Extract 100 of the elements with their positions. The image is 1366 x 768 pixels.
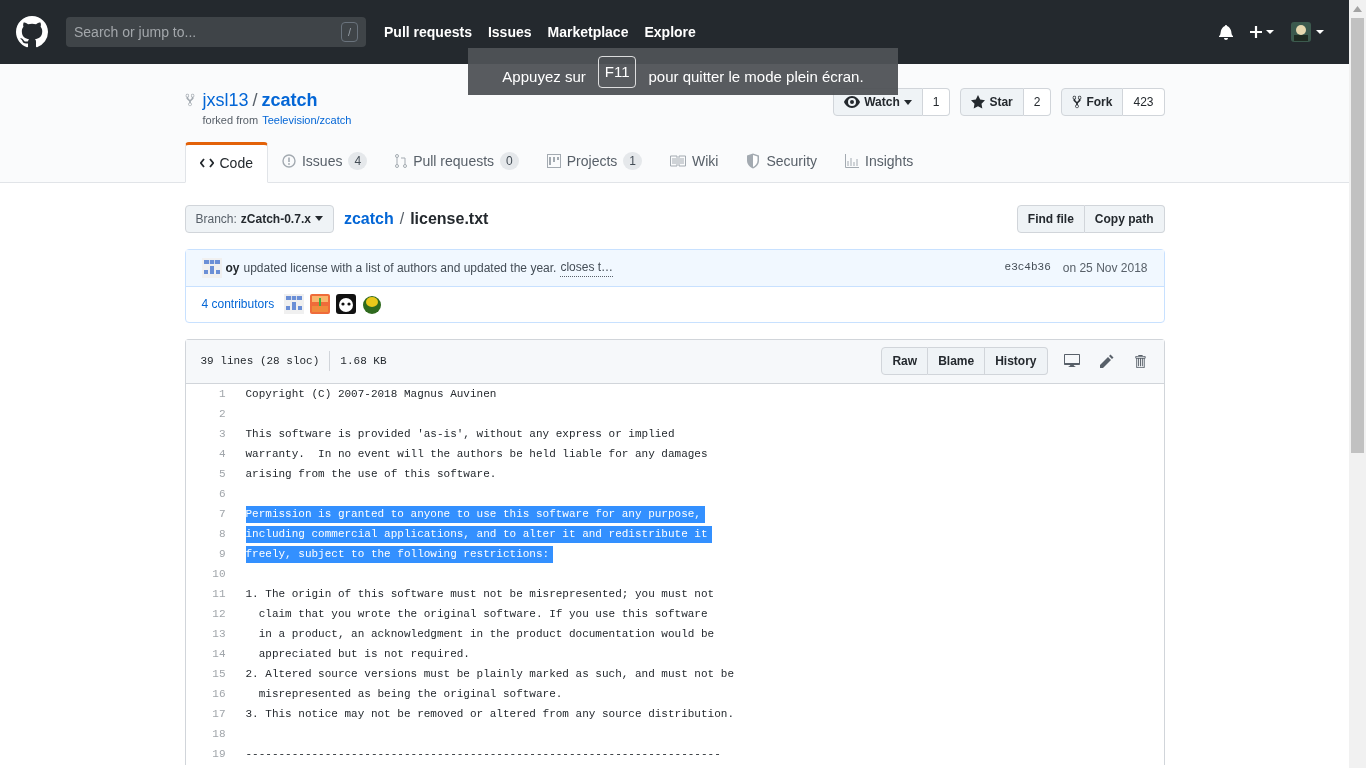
commit-message[interactable]: updated license with a list of authors and updated the year.: [243, 258, 557, 277]
tab-counter: 0: [500, 152, 519, 170]
path-separator: /: [252, 89, 258, 112]
line-number: 12: [211, 607, 227, 623]
code-line: 3. This notice may not be removed or altered from any source distribution.: [245, 707, 734, 722]
nav-link[interactable]: Issues: [487, 21, 532, 43]
path-separator: /: [399, 208, 405, 229]
code-line: in a product, an acknowledgment in the product documentation would be: [257, 627, 715, 642]
line-number: 14: [211, 647, 227, 663]
file-action-button[interactable]: Copy path: [1084, 204, 1165, 233]
code-line: This software is provided 'as-is', without any express or implied: [245, 427, 675, 442]
code-line: ------------------------------------------------------------------------: [245, 747, 721, 762]
shortcut-key: /: [340, 22, 358, 42]
line-number: 11: [211, 587, 227, 603]
line-number: 3: [217, 427, 227, 443]
line-number: 8: [217, 527, 227, 543]
line-number: 7: [217, 507, 227, 523]
forked-from-link[interactable]: Teelevision/zcatch: [262, 112, 352, 129]
line-number: 19: [211, 747, 227, 763]
pixel-avatar[interactable]: [310, 294, 331, 314]
line-number: 10: [211, 567, 227, 583]
identicon-avatar[interactable]: [284, 294, 305, 314]
line-count: 39 lines (28 sloc): [200, 351, 331, 371]
watch-count[interactable]: 1: [922, 88, 951, 116]
caret-icon: [903, 99, 912, 105]
caret-icon: [314, 216, 323, 221]
fork-button[interactable]: Fork: [1061, 88, 1124, 116]
file-size: 1.68 KB: [339, 353, 387, 369]
star-button[interactable]: Star: [960, 88, 1024, 116]
project-board-icon: [546, 154, 561, 168]
file-view-button[interactable]: History: [985, 347, 1048, 375]
code-icon: [199, 158, 214, 168]
code-line: claim that you wrote the original software. If you use this software: [257, 607, 708, 622]
bar-chart-icon: [845, 154, 860, 168]
helmet-avatar[interactable]: [362, 294, 383, 314]
fork-icon: [1072, 95, 1083, 109]
repo-tab[interactable]: Projects 1: [532, 140, 656, 182]
bell-icon[interactable]: [1219, 24, 1233, 40]
issue-icon: [281, 154, 296, 168]
code-line: appreciated but is not required.: [257, 647, 470, 662]
fork-icon: [184, 93, 195, 107]
file-name: license.txt: [410, 208, 489, 229]
forked-from-label: forked from: [202, 113, 259, 128]
file-view-button[interactable]: Blame: [928, 347, 986, 375]
line-number: 1: [217, 387, 227, 403]
code-line: misrepresented as being the original software.: [257, 687, 563, 702]
repo-tab[interactable]: Code: [184, 141, 268, 183]
line-number: 16: [211, 687, 227, 703]
repo-tab[interactable]: Security: [732, 140, 832, 182]
fork-count[interactable]: 423: [1123, 88, 1165, 116]
line-number: 13: [211, 627, 227, 643]
line-number: 6: [217, 487, 227, 503]
repo-tab[interactable]: Pull requests 0: [381, 140, 533, 182]
key-label: F11: [597, 56, 637, 88]
eye-icon: [844, 96, 861, 108]
file-action-button[interactable]: Find file: [1016, 204, 1085, 233]
code-line: 2. Altered source versions must be plainly marked as such, and must not be: [245, 667, 734, 682]
pencil-icon[interactable]: [1099, 354, 1114, 368]
line-number: 5: [217, 467, 227, 483]
commit-date: on 25 Nov 2018: [1062, 259, 1148, 277]
desktop-icon[interactable]: [1063, 354, 1080, 368]
repo-root-link[interactable]: zcatch: [343, 206, 394, 231]
identicon-avatar: [201, 257, 222, 278]
user-avatar-dropdown[interactable]: [1291, 21, 1325, 43]
branch-dropdown[interactable]: Branch: zCatch-0.7.x: [184, 204, 334, 233]
repo-tab[interactable]: Insights: [831, 140, 928, 182]
scrollbar-thumb[interactable]: [1351, 18, 1364, 453]
star-icon: [971, 95, 986, 109]
panda-avatar[interactable]: [336, 294, 357, 314]
scrollbar[interactable]: [1349, 0, 1366, 768]
star-count[interactable]: 2: [1023, 88, 1052, 116]
contributors-link[interactable]: 4 contributors: [201, 295, 275, 313]
commit-author[interactable]: oy: [225, 258, 240, 277]
line-number: 15: [211, 667, 227, 683]
code-line: arising from the use of this software.: [245, 467, 497, 482]
tab-counter: 4: [348, 152, 368, 170]
commit-sha[interactable]: e3c4b36: [1004, 259, 1051, 276]
github-logo[interactable]: [16, 16, 48, 48]
code-line: Copyright (C) 2007-2018 Magnus Auvinen: [245, 387, 497, 402]
nav-link[interactable]: Explore: [644, 21, 696, 43]
line-number: 18: [211, 727, 227, 743]
nav-link[interactable]: Pull requests: [384, 21, 472, 43]
line-number: 4: [217, 447, 227, 463]
trash-icon[interactable]: [1133, 353, 1146, 369]
line-number: 9: [217, 547, 227, 563]
pull-request-icon: [395, 154, 408, 168]
repo-owner-link[interactable]: jxsl13: [202, 88, 249, 112]
repo-tab[interactable]: Wiki: [656, 140, 733, 182]
notice-text: Appuyez sur: [502, 66, 586, 87]
tab-counter: 1: [623, 152, 642, 170]
nav-link[interactable]: Marketplace: [547, 21, 629, 43]
line-number: 2: [217, 407, 227, 423]
repo-tab[interactable]: Issues 4: [267, 140, 382, 182]
notice-text: pour quitter le mode plein écran.: [648, 66, 864, 87]
code-line: warranty. In no event will the authors be held liable for any damages: [245, 447, 708, 462]
commit-message-expand-link[interactable]: closes t…: [560, 258, 614, 277]
file-view-button[interactable]: Raw: [881, 347, 929, 375]
shield-icon: [746, 153, 761, 169]
repo-name-link[interactable]: zcatch: [261, 88, 318, 112]
plus-dropdown-icon[interactable]: [1249, 25, 1275, 39]
